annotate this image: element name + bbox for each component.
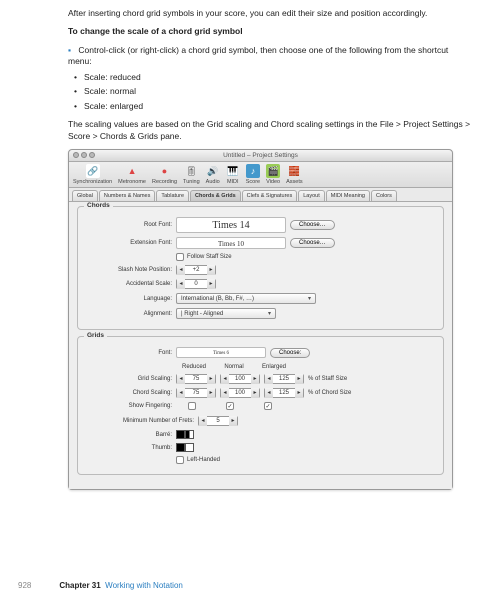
tab-chords-grids[interactable]: Chords & Grids [190,190,241,201]
grids-section: Grids Font: Times 6 Choose: Reduced Norm… [77,336,444,475]
audio-icon: 🔊 [206,164,220,178]
language-select[interactable]: International (B, Bb, F#, …)▾ [176,293,316,304]
toolbar: 🔗Synchronization ▲Metronome ●Recording 🎚… [69,162,452,188]
tab-colors[interactable]: Colors [371,190,397,201]
midi-icon: 🎹 [226,164,240,178]
chevron-down-icon: ▾ [308,295,311,302]
alignment-label: Alignment: [84,311,172,317]
col-enlarged: Enlarged [256,364,292,370]
chapter-label: Chapter 31 [59,581,100,590]
slash-label: Slash Note Position: [84,267,172,273]
showfing-enlarged-checkbox[interactable]: ✓ [264,402,272,410]
follow-staff-checkbox[interactable]: Follow Staff Size [176,253,232,261]
toolbar-assets[interactable]: 🧱Assets [286,164,303,185]
tab-tablature[interactable]: Tablature [156,190,189,201]
chevron-down-icon: ▾ [268,310,271,317]
titlebar: Untitled – Project Settings [69,150,452,162]
tab-layout[interactable]: Layout [298,190,325,201]
window-title: Untitled – Project Settings [223,152,298,159]
gridscale-normal-stepper[interactable]: ◂100▸ [220,374,260,384]
opt-reduced: •Scale: reduced [74,72,472,83]
ext-choose-button[interactable]: Choose… [290,238,335,248]
grids-font-sample: Times 6 [176,347,266,358]
showfing-label: Show Fingering: [84,403,172,409]
barre-selector[interactable] [176,430,194,439]
metronome-icon: ▲ [125,164,139,178]
chapter-title: Working with Notation [105,581,183,590]
accidental-stepper[interactable]: ◂0▸ [176,279,216,289]
col-reduced: Reduced [176,364,212,370]
gridscale-unit: % of Staff Size [308,376,347,382]
barre-label: Barré: [84,432,172,438]
traffic-lights[interactable] [73,152,95,158]
page-footer: 928 Chapter 31 Working with Notation [18,581,500,590]
minimize-icon[interactable] [81,152,87,158]
heading: To change the scale of a chord grid symb… [68,26,472,37]
toolbar-sync[interactable]: 🔗Synchronization [73,164,112,185]
root-choose-button[interactable]: Choose… [290,220,335,230]
gridscale-label: Grid Scaling: [84,376,172,382]
ext-font-label: Extension Font: [84,240,172,246]
slash-stepper[interactable]: ◂+2▸ [176,265,216,275]
chordscale-normal-stepper[interactable]: ◂100▸ [220,388,260,398]
language-label: Language: [84,296,172,302]
step: ▪ Control-click (or right-click) a chord… [68,45,472,68]
gridscale-reduced-stepper[interactable]: ◂75▸ [176,374,216,384]
score-icon: ♪ [246,164,260,178]
close-icon[interactable] [73,152,79,158]
intro-text: After inserting chord grid symbols in yo… [68,8,472,19]
tab-global[interactable]: Global [72,190,98,201]
showfing-reduced-checkbox[interactable] [188,402,196,410]
grids-title: Grids [84,332,107,339]
root-font-sample: Times 14 [176,217,286,233]
opt-normal: •Scale: normal [74,86,472,97]
chordscale-reduced-stepper[interactable]: ◂75▸ [176,388,216,398]
toolbar-score[interactable]: ♪Score [246,164,260,185]
col-normal: Normal [216,364,252,370]
thumb-label: Thumb: [84,445,172,451]
step-text: Control-click (or right-click) a chord g… [68,45,448,66]
page-number: 928 [18,581,31,590]
zoom-icon[interactable] [89,152,95,158]
chordscale-unit: % of Chord Size [308,390,351,396]
toolbar-video[interactable]: 🎬Video [266,164,280,185]
grids-font-label: Font: [84,350,172,356]
sync-icon: 🔗 [86,164,100,178]
lefthanded-checkbox[interactable]: Left-Handed [176,456,220,464]
tab-numbers-names[interactable]: Numbers & Names [99,190,155,201]
toolbar-metronome[interactable]: ▲Metronome [118,164,146,185]
alignment-select[interactable]: | Right - Aligned▾ [176,308,276,319]
chords-title: Chords [84,202,113,209]
assets-icon: 🧱 [287,164,301,178]
accidental-label: Accidental Scale: [84,281,172,287]
ext-font-sample: Times 10 [176,237,286,249]
frets-stepper[interactable]: ◂5▸ [198,416,238,426]
thumb-selector[interactable] [176,443,194,452]
root-font-label: Root Font: [84,222,172,228]
project-settings-window: Untitled – Project Settings 🔗Synchroniza… [68,149,453,490]
grids-choose-button[interactable]: Choose: [270,348,310,358]
bullet-icon: ▪ [68,45,76,56]
showfing-normal-checkbox[interactable]: ✓ [226,402,234,410]
summary-text: The scaling values are based on the Grid… [68,119,472,142]
tuning-icon: 🎚 [184,164,198,178]
frets-label: Minimum Number of Frets: [84,418,194,424]
toolbar-recording[interactable]: ●Recording [152,164,177,185]
toolbar-midi[interactable]: 🎹MIDI [226,164,240,185]
tab-clefs-signatures[interactable]: Clefs & Signatures [242,190,298,201]
toolbar-audio[interactable]: 🔊Audio [206,164,220,185]
tabbar: Global Numbers & Names Tablature Chords … [69,188,452,202]
toolbar-tuning[interactable]: 🎚Tuning [183,164,200,185]
record-icon: ● [158,164,172,178]
chordscale-enlarged-stepper[interactable]: ◂125▸ [264,388,304,398]
tab-midi-meaning[interactable]: MIDI Meaning [326,190,370,201]
chordscale-label: Chord Scaling: [84,390,172,396]
opt-enlarged: •Scale: enlarged [74,101,472,112]
gridscale-enlarged-stepper[interactable]: ◂125▸ [264,374,304,384]
video-icon: 🎬 [266,164,280,178]
chords-section: Chords Root Font: Times 14 Choose… Exten… [77,206,444,330]
